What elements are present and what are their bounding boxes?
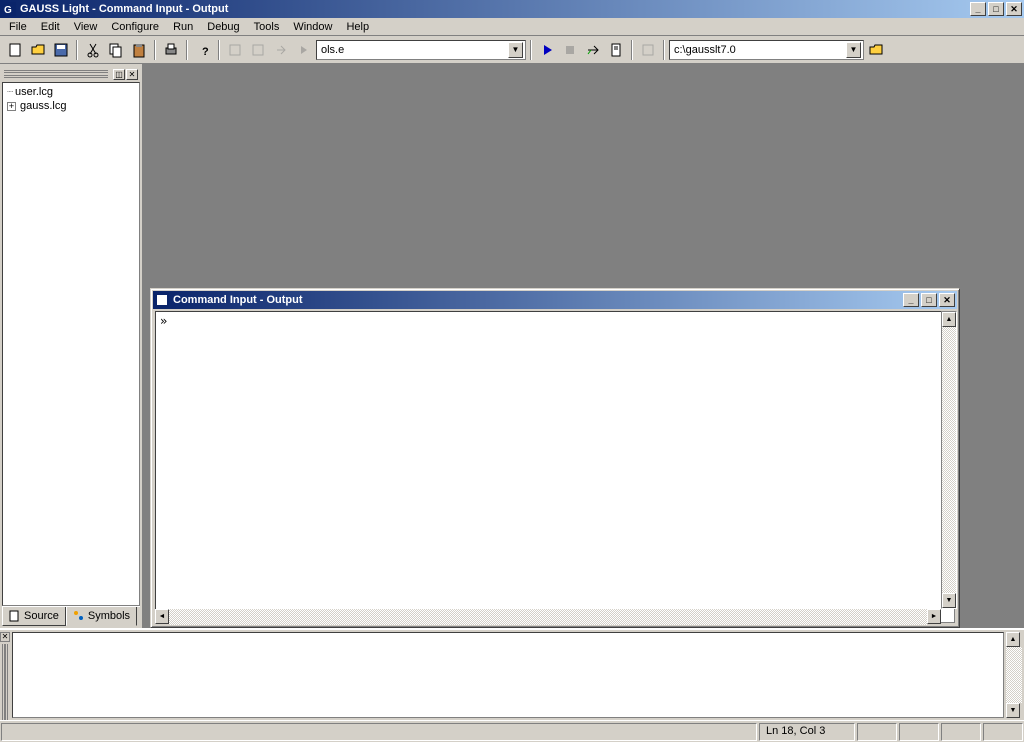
copy-button[interactable] — [105, 39, 127, 61]
menu-help[interactable]: Help — [339, 20, 376, 34]
mdi-workspace: ◫ ✕ ┈ user.lcg + gauss.lcg Source Symbol… — [0, 64, 1024, 720]
svg-text:?: ? — [202, 46, 209, 58]
menu-edit[interactable]: Edit — [34, 20, 67, 34]
app-icon: G — [2, 2, 16, 16]
tree-item-label: user.lcg — [15, 86, 53, 98]
minimize-button[interactable]: _ — [970, 2, 986, 16]
step-button[interactable] — [582, 39, 604, 61]
window-title: GAUSS Light - Command Input - Output — [20, 3, 968, 15]
toolbar: ? ▼ ▼ — [0, 36, 1024, 64]
titlebar: G GAUSS Light - Command Input - Output _… — [0, 0, 1024, 18]
side-panel-header: ◫ ✕ — [2, 66, 140, 82]
menubar: File Edit View Configure Run Debug Tools… — [0, 18, 1024, 36]
status-cell-4 — [983, 723, 1023, 741]
new-button[interactable] — [4, 39, 26, 61]
scroll-down-button[interactable]: ▼ — [942, 593, 956, 608]
tool-button-2[interactable] — [247, 39, 269, 61]
source-icon — [9, 610, 21, 622]
help-button[interactable]: ? — [192, 39, 214, 61]
scroll-left-button[interactable]: ◄ — [155, 609, 169, 624]
print-button[interactable] — [160, 39, 182, 61]
menu-file[interactable]: File — [2, 20, 34, 34]
tree-item-gauss[interactable]: + gauss.lcg — [7, 99, 139, 113]
command-io-hscrollbar[interactable]: ◄ ► — [155, 609, 941, 625]
scroll-up-button[interactable]: ▲ — [1006, 632, 1020, 647]
command-io-titlebar[interactable]: Command Input - Output _ □ ✕ — [153, 291, 957, 309]
tree-item-label: gauss.lcg — [20, 100, 66, 112]
tab-label: Source — [24, 610, 59, 622]
output-panel-close-button[interactable]: ✕ — [0, 632, 10, 642]
command-io-vscrollbar[interactable]: ▲ ▼ — [941, 311, 957, 609]
output-panel-grip: ✕ — [0, 630, 10, 720]
scroll-track[interactable] — [169, 609, 927, 625]
scroll-right-button[interactable]: ► — [927, 609, 941, 624]
library-button[interactable] — [637, 39, 659, 61]
path-combo[interactable]: ▼ — [669, 40, 864, 60]
stop-button[interactable] — [559, 39, 581, 61]
doc-button[interactable] — [605, 39, 627, 61]
side-panel-close-button[interactable]: ✕ — [126, 69, 138, 80]
command-io-icon — [155, 293, 169, 307]
status-message — [1, 723, 757, 741]
child-minimize-button[interactable]: _ — [903, 293, 919, 307]
tree-item-user[interactable]: ┈ user.lcg — [7, 85, 139, 99]
statusbar: Ln 18, Col 3 — [0, 720, 1024, 742]
path-combo-dropdown[interactable]: ▼ — [846, 42, 861, 58]
command-prompt: » — [160, 314, 167, 328]
side-panel-tabs: Source Symbols — [2, 606, 140, 626]
svg-text:G: G — [4, 5, 12, 16]
side-panel: ◫ ✕ ┈ user.lcg + gauss.lcg Source Symbol… — [0, 64, 142, 628]
output-panel-vscrollbar[interactable]: ▲ ▼ — [1006, 632, 1022, 718]
close-button[interactable]: ✕ — [1006, 2, 1022, 16]
paste-button[interactable] — [128, 39, 150, 61]
command-io-title-text: Command Input - Output — [173, 294, 901, 306]
child-close-button[interactable]: ✕ — [939, 293, 955, 307]
child-maximize-button[interactable]: □ — [921, 293, 937, 307]
menu-view[interactable]: View — [67, 20, 105, 34]
menu-debug[interactable]: Debug — [200, 20, 246, 34]
scroll-track[interactable] — [1006, 647, 1022, 703]
command-io-textarea[interactable]: » — [155, 311, 955, 623]
menu-run[interactable]: Run — [166, 20, 200, 34]
tool-button-1[interactable] — [224, 39, 246, 61]
library-tree[interactable]: ┈ user.lcg + gauss.lcg — [2, 82, 140, 606]
path-combo-input[interactable] — [674, 44, 846, 56]
command-io-window: Command Input - Output _ □ ✕ » ▲ ▼ ◄ ► — [150, 288, 960, 628]
window-controls: _ □ ✕ — [968, 2, 1022, 16]
output-panel-content[interactable] — [12, 632, 1004, 718]
side-panel-pin-button[interactable]: ◫ — [113, 69, 125, 80]
tree-expand-icon[interactable]: + — [7, 102, 16, 111]
tab-source[interactable]: Source — [2, 607, 66, 626]
menu-configure[interactable]: Configure — [104, 20, 166, 34]
menu-window[interactable]: Window — [286, 20, 339, 34]
open-button[interactable] — [27, 39, 49, 61]
status-position: Ln 18, Col 3 — [759, 723, 855, 741]
run-button[interactable] — [536, 39, 558, 61]
file-combo[interactable]: ▼ — [316, 40, 526, 60]
browse-folder-button[interactable] — [865, 39, 887, 61]
file-combo-dropdown[interactable]: ▼ — [508, 42, 523, 58]
save-button[interactable] — [50, 39, 72, 61]
status-cell-3 — [941, 723, 981, 741]
menu-tools[interactable]: Tools — [247, 20, 287, 34]
tool-button-4[interactable] — [293, 39, 315, 61]
tree-connector-icon: ┈ — [7, 87, 13, 98]
symbols-icon — [73, 610, 85, 622]
scroll-track[interactable] — [942, 327, 956, 593]
status-cell-2 — [899, 723, 939, 741]
maximize-button[interactable]: □ — [988, 2, 1004, 16]
status-cell-1 — [857, 723, 897, 741]
scroll-up-button[interactable]: ▲ — [942, 312, 956, 327]
scroll-down-button[interactable]: ▼ — [1006, 703, 1020, 718]
tool-button-3[interactable] — [270, 39, 292, 61]
cut-button[interactable] — [82, 39, 104, 61]
file-combo-input[interactable] — [321, 44, 508, 56]
tab-label: Symbols — [88, 610, 130, 622]
tab-symbols[interactable]: Symbols — [66, 607, 137, 626]
output-panel: ✕ ▲ ▼ — [0, 628, 1024, 720]
